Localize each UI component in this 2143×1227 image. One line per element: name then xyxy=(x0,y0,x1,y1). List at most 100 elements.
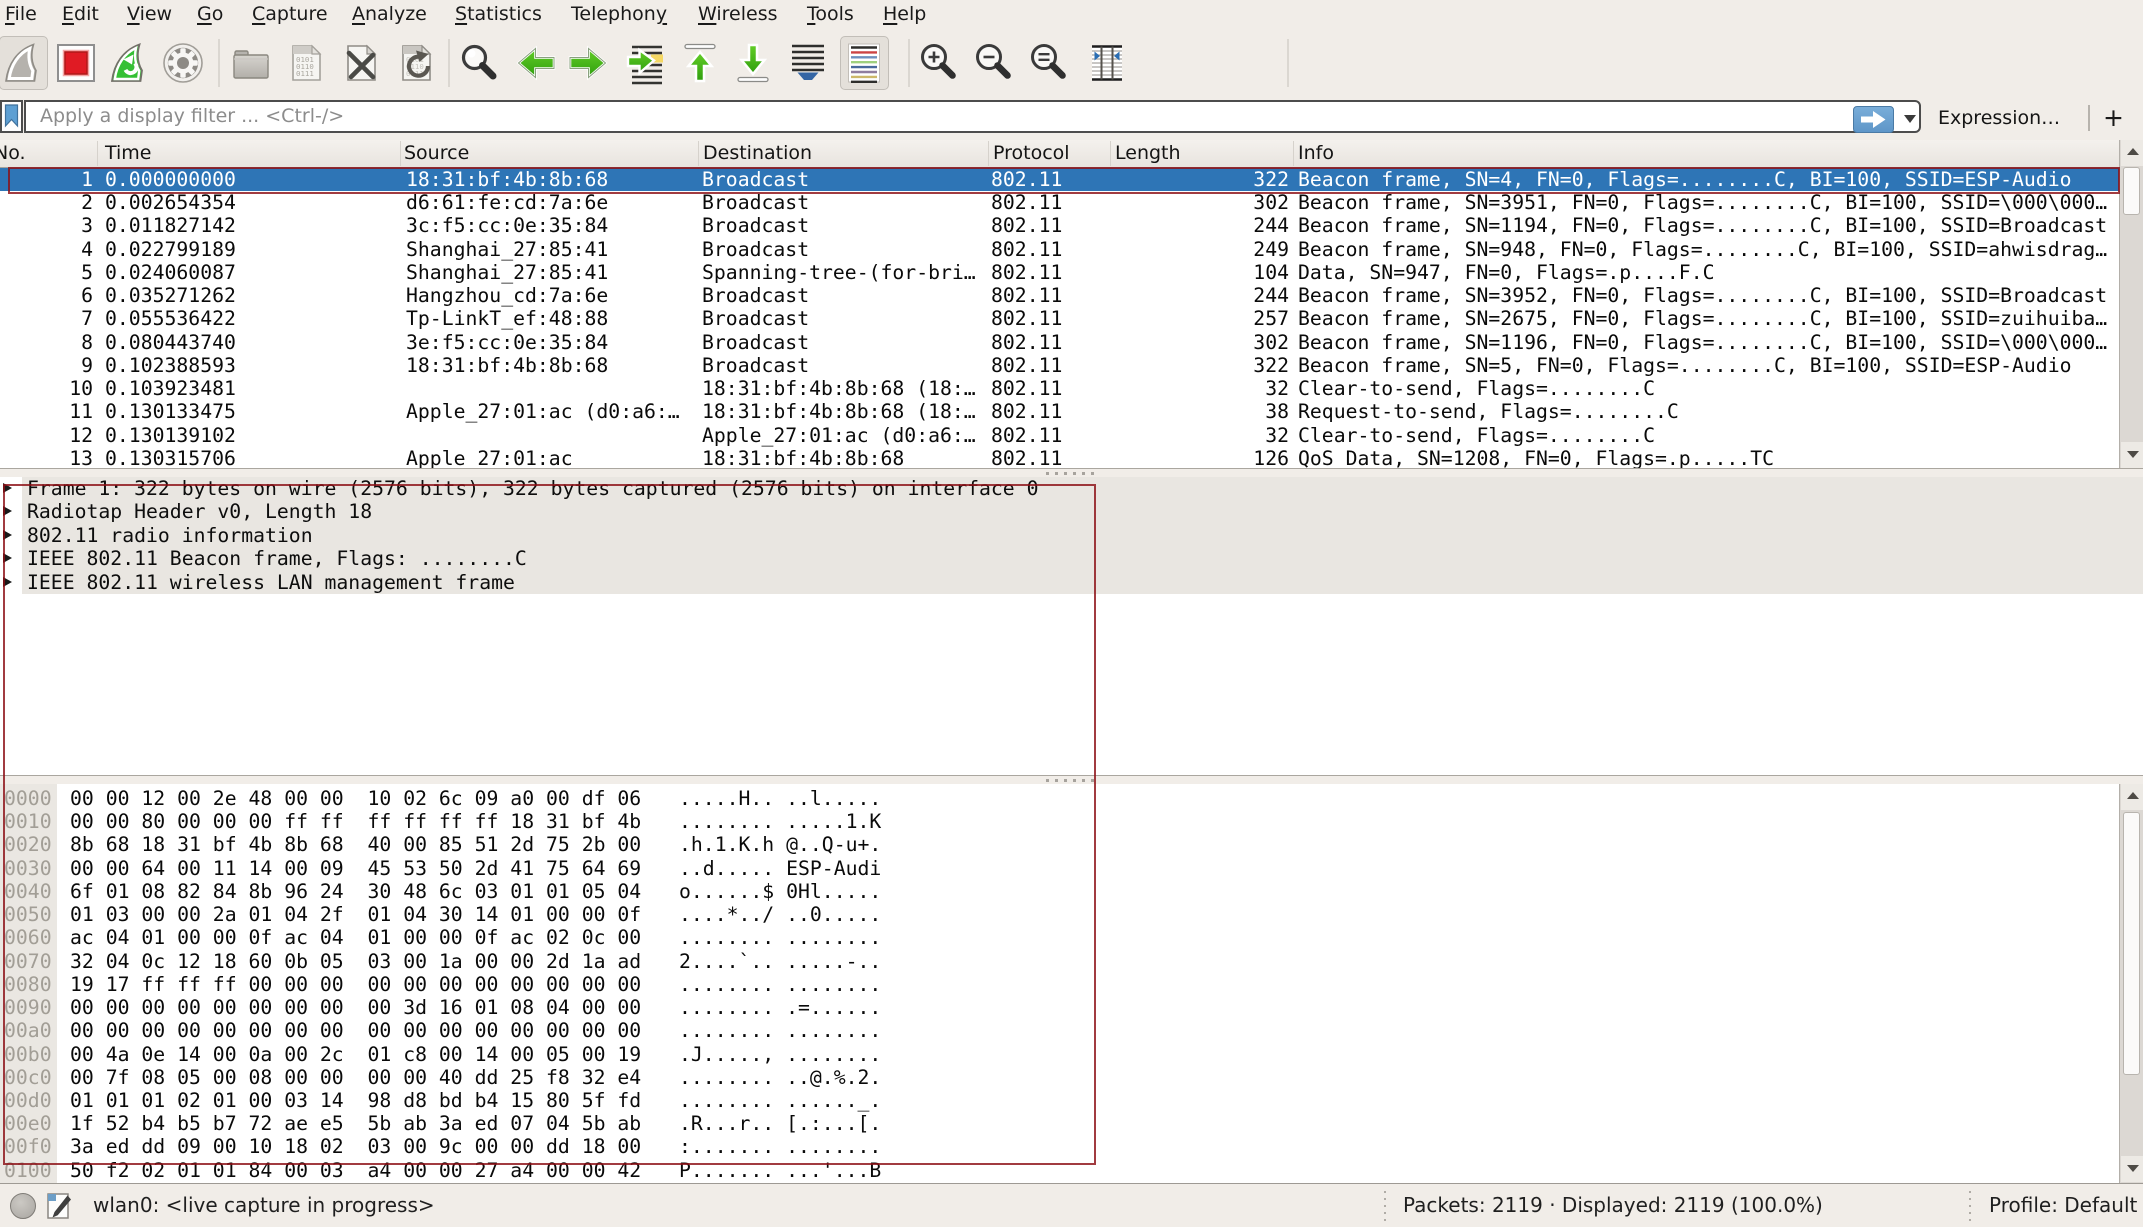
column-separator[interactable] xyxy=(698,141,699,166)
expression-button[interactable]: Expression… xyxy=(1938,104,2060,133)
capture-comment-icon[interactable] xyxy=(45,1190,75,1222)
hex-row-00a0[interactable]: 00a000 00 00 00 00 00 00 00 00 00 00 00 … xyxy=(0,1019,2119,1042)
detail-row[interactable]: Radiotap Header v0, Length 18 xyxy=(0,500,2143,523)
capture-options-button[interactable] xyxy=(161,40,205,86)
packet-row-11[interactable]: 110.130133475Apple_27:01:ac (d0:a6:…18:3… xyxy=(0,400,2119,423)
expander-icon[interactable] xyxy=(3,530,12,540)
scrollbar-thumb[interactable] xyxy=(2123,812,2140,1075)
packet-row-13[interactable]: 130.130315706Apple_27:01:ac18:31:bf:4b:8… xyxy=(0,447,2119,468)
detail-row[interactable]: 802.11 radio information xyxy=(0,524,2143,547)
expert-info-icon[interactable] xyxy=(10,1193,36,1219)
display-filter-input[interactable]: Apply a display filter ... <Ctrl-/> xyxy=(24,100,1921,133)
column-header-length[interactable]: Length xyxy=(1115,140,1181,167)
hex-row-0100[interactable]: 010050 f2 02 01 01 84 00 03 a4 00 00 27 … xyxy=(0,1159,2119,1182)
resize-columns-button[interactable] xyxy=(1085,40,1129,86)
hex-row-00b0[interactable]: 00b000 4a 0e 14 00 0a 00 2c 01 c8 00 14 … xyxy=(0,1043,2119,1066)
expander-icon[interactable] xyxy=(3,577,12,587)
hex-row-0070[interactable]: 007032 04 0c 12 18 60 0b 05 03 00 1a 00 … xyxy=(0,950,2119,973)
menu-edit[interactable]: Edit xyxy=(62,0,99,30)
reload-file-button[interactable] xyxy=(394,40,438,86)
apply-filter-button[interactable] xyxy=(1853,106,1894,133)
zoom-in-button[interactable] xyxy=(917,40,961,86)
column-header-source[interactable]: Source xyxy=(404,140,469,167)
menu-file[interactable]: File xyxy=(5,0,37,30)
menu-analyze[interactable]: Analyze xyxy=(352,0,427,30)
go-back-button[interactable] xyxy=(514,40,558,86)
hex-row-0050[interactable]: 005001 03 00 00 2a 01 04 2f 01 04 30 14 … xyxy=(0,903,2119,926)
zoom-original-button[interactable] xyxy=(1027,40,1071,86)
filter-dropdown-caret[interactable] xyxy=(1904,115,1916,123)
close-file-button[interactable] xyxy=(339,40,383,86)
hex-row-00e0[interactable]: 00e01f 52 b4 b5 b7 72 ae e5 5b ab 3a ed … xyxy=(0,1112,2119,1135)
menu-tools[interactable]: Tools xyxy=(807,0,854,30)
filter-bookmark-button[interactable] xyxy=(0,100,23,133)
column-header-time[interactable]: Time xyxy=(105,140,152,167)
hex-row-0060[interactable]: 0060ac 04 01 00 00 0f ac 04 01 00 00 0f … xyxy=(0,926,2119,949)
packet-row-6[interactable]: 60.035271262Hangzhou_cd:7a:6eBroadcast80… xyxy=(0,284,2119,307)
packet-row-9[interactable]: 90.10238859318:31:bf:4b:8b:68Broadcast80… xyxy=(0,354,2119,377)
packet-list-scrollbar[interactable] xyxy=(2119,140,2143,468)
stop-capture-button[interactable] xyxy=(54,40,98,86)
scroll-up-button[interactable] xyxy=(2121,140,2143,166)
hex-row-0040[interactable]: 00406f 01 08 82 84 8b 96 24 30 48 6c 03 … xyxy=(0,880,2119,903)
hex-scrollbar[interactable] xyxy=(2119,784,2143,1183)
packet-row-4[interactable]: 40.022799189Shanghai_27:85:41Broadcast80… xyxy=(0,238,2119,261)
find-packet-button[interactable] xyxy=(457,40,501,86)
column-header-no[interactable]: No. xyxy=(0,140,26,167)
column-separator[interactable] xyxy=(1110,141,1111,166)
column-separator[interactable] xyxy=(988,141,989,166)
detail-row[interactable]: IEEE 802.11 Beacon frame, Flags: .......… xyxy=(0,547,2143,570)
expander-icon[interactable] xyxy=(3,553,12,563)
hex-row-0020[interactable]: 00208b 68 18 31 bf 4b 8b 68 40 00 85 51 … xyxy=(0,833,2119,856)
column-header-protocol[interactable]: Protocol xyxy=(993,140,1070,167)
packet-row-1[interactable]: 10.00000000018:31:bf:4b:8b:68Broadcast80… xyxy=(0,168,2119,191)
save-file-button[interactable] xyxy=(284,40,328,86)
open-file-button[interactable] xyxy=(229,40,273,86)
auto-scroll-button[interactable] xyxy=(786,40,830,86)
packet-row-10[interactable]: 100.10392348118:31:bf:4b:8b:68 (18:…802.… xyxy=(0,377,2119,400)
hex-row-0000[interactable]: 000000 00 12 00 2e 48 00 00 10 02 6c 09 … xyxy=(0,787,2119,810)
go-forward-button[interactable] xyxy=(566,40,610,86)
hex-row-0090[interactable]: 009000 00 00 00 00 00 00 00 00 3d 16 01 … xyxy=(0,996,2119,1019)
scrollbar-thumb[interactable] xyxy=(2123,167,2140,215)
hex-row-00f0[interactable]: 00f03a ed dd 09 00 10 18 02 03 00 9c 00 … xyxy=(0,1135,2119,1158)
hex-row-00c0[interactable]: 00c000 7f 08 05 00 08 00 00 00 00 40 dd … xyxy=(0,1066,2119,1089)
packet-row-5[interactable]: 50.024060087Shanghai_27:85:41Spanning-tr… xyxy=(0,261,2119,284)
hex-row-0080[interactable]: 008019 17 ff ff ff 00 00 00 00 00 00 00 … xyxy=(0,973,2119,996)
column-header-info[interactable]: Info xyxy=(1298,140,1334,167)
column-header-destination[interactable]: Destination xyxy=(703,140,812,167)
scroll-up-button[interactable] xyxy=(2121,784,2143,810)
menu-view[interactable]: View xyxy=(127,0,172,30)
list-details-splitter[interactable] xyxy=(0,468,2143,477)
hex-row-00d0[interactable]: 00d001 01 01 02 01 00 03 14 98 d8 bd b4 … xyxy=(0,1089,2119,1112)
packet-row-3[interactable]: 30.0118271423c:f5:cc:0e:35:84Broadcast80… xyxy=(0,214,2119,237)
menu-help[interactable]: Help xyxy=(883,0,926,30)
menu-capture[interactable]: Capture xyxy=(252,0,328,30)
packet-row-8[interactable]: 80.0804437403e:f5:cc:0e:35:84Broadcast80… xyxy=(0,331,2119,354)
column-separator[interactable] xyxy=(1293,141,1294,166)
expander-icon[interactable] xyxy=(3,483,12,493)
menu-telephony[interactable]: Telephony xyxy=(571,0,667,30)
hex-row-0010[interactable]: 001000 00 80 00 00 00 ff ff ff ff ff ff … xyxy=(0,810,2119,833)
add-filter-button[interactable]: + xyxy=(2103,97,2124,141)
scroll-down-button[interactable] xyxy=(2121,1156,2143,1182)
colorize-packets-button[interactable] xyxy=(842,40,886,86)
go-to-packet-button[interactable] xyxy=(625,40,669,86)
hex-row-0030[interactable]: 003000 00 64 00 11 14 00 09 45 53 50 2d … xyxy=(0,857,2119,880)
scroll-down-button[interactable] xyxy=(2121,442,2143,468)
restart-capture-button[interactable] xyxy=(107,40,151,86)
column-separator[interactable] xyxy=(97,141,98,166)
go-first-packet-button[interactable] xyxy=(678,40,722,86)
menu-wireless[interactable]: Wireless xyxy=(698,0,778,30)
start-capture-button[interactable] xyxy=(1,40,45,86)
expander-icon[interactable] xyxy=(3,506,12,516)
packet-row-7[interactable]: 70.055536422Tp-LinkT_ef:48:88Broadcast80… xyxy=(0,307,2119,330)
go-last-packet-button[interactable] xyxy=(731,40,775,86)
packet-row-12[interactable]: 120.130139102Apple_27:01:ac (d0:a6:…802.… xyxy=(0,424,2119,447)
details-hex-splitter[interactable] xyxy=(0,775,2143,784)
detail-row[interactable]: Frame 1: 322 bytes on wire (2576 bits), … xyxy=(0,477,2143,500)
zoom-out-button[interactable] xyxy=(972,40,1016,86)
menu-go[interactable]: Go xyxy=(197,0,223,30)
packet-row-2[interactable]: 20.002654354d6:61:fe:cd:7a:6eBroadcast80… xyxy=(0,191,2119,214)
menu-statistics[interactable]: Statistics xyxy=(455,0,542,30)
